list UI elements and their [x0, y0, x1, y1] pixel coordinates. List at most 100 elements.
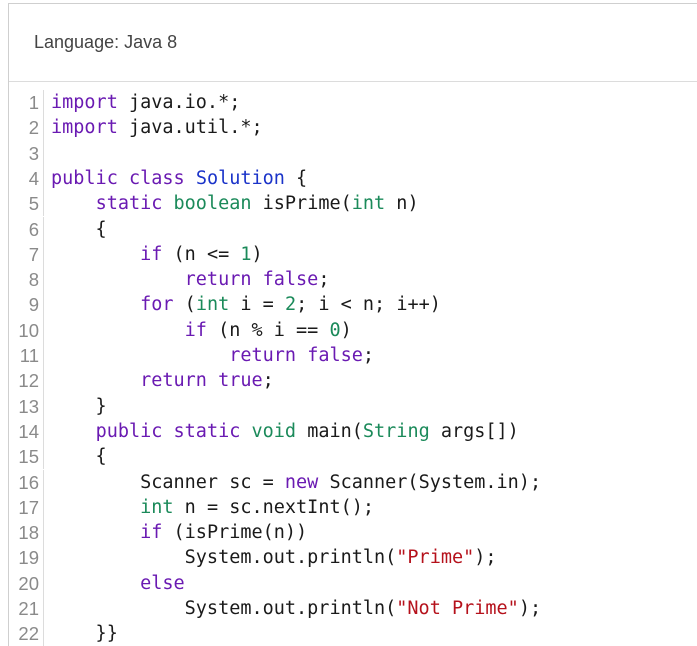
code-text: import java.io.*;: [44, 90, 240, 115]
code-token: (isPrime(n)): [162, 522, 308, 544]
code-text: if (n % i == 0): [44, 318, 352, 343]
code-text: public static void main(String args[]): [44, 419, 519, 444]
line-number: 4: [9, 165, 44, 192]
code-token: (: [173, 294, 196, 316]
code-token: ; i < n; i++): [296, 294, 441, 316]
code-token: static: [95, 193, 163, 215]
language-label: Language: Java 8: [34, 32, 178, 52]
code-token: for: [140, 294, 174, 316]
code-token: Scanner(System.in);: [318, 471, 542, 493]
code-token: (n % i ==: [206, 319, 330, 341]
line-number: 19: [9, 545, 44, 571]
line-number: 2: [9, 115, 44, 141]
line-number: 16: [9, 469, 44, 495]
code-token: args[]): [429, 420, 519, 442]
code-line: 14 public static void main(String args[]…: [9, 418, 519, 445]
code-token: int: [140, 496, 174, 518]
code-token: class: [128, 167, 185, 189]
line-number: 6: [9, 216, 44, 242]
code-text: return false;: [44, 343, 374, 368]
line-number: 7: [9, 241, 44, 268]
code-token: return: [140, 370, 207, 392]
code-text: if (n <= 1): [44, 242, 263, 267]
line-number: 3: [9, 140, 44, 166]
line-number: 10: [9, 317, 44, 343]
code-token: 1: [240, 243, 252, 265]
code-token: System.out.println(: [51, 547, 397, 569]
code-text: {: [44, 444, 107, 469]
code-token: if: [184, 319, 207, 341]
line-number: 21: [9, 596, 44, 622]
code-token: );: [518, 598, 542, 619]
code-text: public class Solution {: [44, 166, 307, 191]
code-token: isPrime(: [251, 193, 352, 215]
code-token: n): [385, 193, 419, 215]
line-number: 13: [9, 393, 44, 419]
code-line: 4 public class Solution {: [9, 165, 307, 192]
code-line: 16 Scanner sc = new Scanner(System.in);: [9, 469, 542, 495]
code-text: if (isPrime(n)): [44, 520, 307, 545]
code-token: else: [140, 572, 185, 594]
code-line: 13 }: [9, 393, 107, 419]
code-line: 20 else: [9, 570, 185, 596]
code-token: {: [51, 446, 107, 468]
code-token: java.io.*;: [117, 92, 241, 113]
code-text: System.out.println("Not Prime");: [44, 596, 541, 621]
code-text: else: [44, 571, 185, 596]
line-number: 8: [9, 267, 44, 293]
code-viewer-panel: Language: Java 8 1 import java.io.*; 2 impo…: [8, 3, 697, 646]
code-line: 2 import java.util.*;: [9, 115, 263, 141]
code-token: "Prime": [396, 547, 475, 569]
code-line: 1 import java.io.*;: [9, 90, 240, 116]
code-token: "Not Prime": [396, 598, 519, 619]
code-token: );: [474, 547, 497, 569]
code-token: false: [307, 345, 363, 366]
line-number: 1: [9, 90, 44, 116]
code-token: }: [51, 395, 107, 417]
code-line: 7 if (n <= 1): [9, 241, 263, 268]
line-number: 15: [9, 444, 44, 470]
code-token: n = sc.nextInt();: [173, 496, 375, 518]
code-token: {: [284, 167, 308, 189]
code-text: }: [44, 394, 107, 419]
code-token: new: [284, 471, 319, 493]
code-token: String: [362, 420, 430, 442]
code-text: for (int i = 2; i < n; i++): [44, 292, 441, 317]
code-token: boolean: [173, 193, 252, 215]
code-line: 22 }}: [9, 621, 118, 646]
code-token: if: [140, 522, 163, 544]
code-editor[interactable]: 1 import java.io.*; 2 import java.util.*; 3 4…: [9, 82, 697, 646]
code-text: return false;: [44, 267, 330, 292]
code-token: return: [184, 269, 252, 291]
line-number: 18: [9, 520, 44, 546]
code-line: 3: [9, 140, 51, 166]
line-number: 20: [9, 570, 44, 596]
code-token: ;: [362, 345, 375, 366]
code-token: }}: [51, 623, 118, 645]
code-token: Scanner sc =: [51, 471, 285, 493]
code-token: return: [229, 345, 297, 366]
code-token: ): [251, 243, 263, 265]
code-line: 19 System.out.println("Prime");: [9, 545, 497, 571]
code-token: public: [51, 167, 118, 189]
code-token: static: [173, 420, 241, 442]
code-line: 11 return false;: [9, 343, 374, 369]
code-line: 8 return false;: [9, 267, 330, 293]
code-text: return true;: [44, 368, 274, 393]
line-number: 17: [9, 494, 44, 521]
code-line: 10 if (n % i == 0): [9, 317, 352, 343]
code-token: int: [195, 294, 230, 316]
code-token: import: [51, 117, 118, 139]
